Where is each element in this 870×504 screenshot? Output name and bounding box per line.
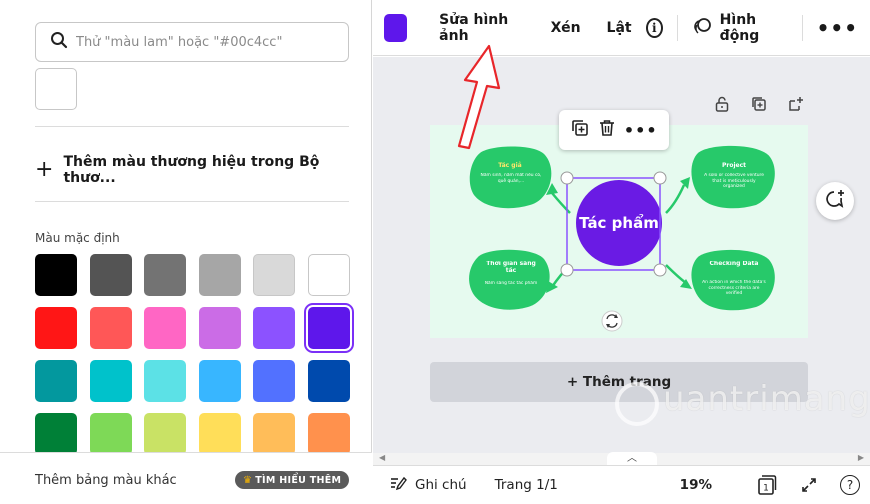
color-swatch[interactable] (35, 254, 77, 296)
animate-icon (692, 16, 712, 40)
resize-handle[interactable] (653, 263, 667, 277)
rotate-handle[interactable] (601, 310, 623, 332)
watermark-logo (615, 382, 659, 426)
bubble-body: Năm sinh, năm mất nếu có, quê quán,... (480, 173, 542, 184)
bubble-title: Tác giả (498, 162, 521, 169)
color-swatch[interactable] (307, 254, 350, 296)
color-swatch[interactable] (253, 413, 295, 455)
page-tools (713, 95, 805, 117)
scroll-right-icon[interactable]: ▶ (858, 453, 864, 462)
color-swatch[interactable] (307, 413, 350, 455)
resize-handle[interactable] (653, 171, 667, 185)
toolbar-divider (676, 14, 678, 41)
bubble-title: Thời gian sáng tác (486, 261, 536, 274)
bubble-body: Năm sáng tác tác phẩm (484, 281, 538, 286)
document-color-swatch[interactable] (35, 68, 77, 110)
pages-icon: 1 (758, 475, 777, 495)
bubble-bottom-left[interactable] (469, 249, 550, 310)
lock-icon[interactable] (713, 95, 731, 117)
element-float-toolbar: ••• (559, 110, 669, 150)
divider (35, 126, 349, 127)
bubble-body: A solo or collective venture that is met… (704, 173, 764, 190)
editor-bottom-bar: Ghi chú Trang 1/1 19% 1 ? (373, 465, 870, 504)
color-swatch[interactable] (89, 360, 132, 402)
default-colors-heading: Màu mặc định (35, 231, 120, 245)
animate-button[interactable]: Hình động (692, 12, 782, 44)
color-swatch[interactable] (198, 307, 241, 349)
text-color-button[interactable] (384, 13, 408, 42)
color-swatch[interactable] (253, 360, 295, 402)
divider (35, 201, 349, 202)
info-icon[interactable]: i (645, 17, 663, 38)
color-swatch[interactable] (253, 254, 295, 296)
color-swatch[interactable] (303, 303, 354, 353)
color-panel: + Thêm màu thương hiệu trong Bộ thươ... … (0, 0, 372, 504)
color-swatch[interactable] (35, 413, 77, 455)
resize-handle[interactable] (560, 171, 574, 185)
zoom-level[interactable]: 19% (680, 477, 712, 493)
design-page[interactable]: Tác phẩm Tác giả Năm sinh, năm mất nếu c… (430, 125, 808, 338)
more-palettes-label: Thêm bảng màu khác (35, 473, 177, 488)
canvas-area: Tác phẩm Tác giả Năm sinh, năm mất nếu c… (373, 57, 870, 453)
crop-button[interactable]: Xén (551, 20, 581, 36)
page-count-button[interactable]: 1 (756, 474, 778, 496)
default-color-grid (35, 254, 354, 455)
annotation-arrow (457, 44, 501, 150)
color-swatch[interactable] (198, 360, 241, 402)
scroll-left-icon[interactable]: ◀ (379, 453, 385, 462)
bubble-title: Project (722, 162, 746, 169)
toolbar-divider (801, 14, 803, 41)
learn-more-button[interactable]: ♛ TÌM HIỂU THÊM (235, 471, 350, 489)
notes-button[interactable]: Ghi chú (389, 474, 467, 496)
color-swatch[interactable] (198, 413, 241, 455)
notes-label: Ghi chú (415, 477, 467, 493)
flip-button[interactable]: Lật (607, 20, 632, 36)
trash-icon[interactable] (597, 118, 617, 142)
page-count-number: 1 (763, 484, 769, 494)
center-label: Tác phẩm (579, 213, 659, 232)
color-swatch[interactable] (35, 307, 77, 349)
add-comment-button[interactable] (816, 182, 854, 220)
left-panel-footer: Thêm bảng màu khác ♛ TÌM HIỂU THÊM (0, 452, 372, 504)
search-icon (50, 31, 68, 53)
chevron-up-icon: ︿ (627, 453, 637, 464)
add-brand-colors-label: Thêm màu thương hiệu trong Bộ thươ... (63, 154, 320, 186)
color-search-box[interactable] (35, 22, 349, 62)
color-swatch[interactable] (89, 254, 132, 296)
comment-plus-icon (824, 188, 846, 214)
animate-label: Hình động (719, 11, 760, 44)
add-page-icon[interactable] (787, 95, 805, 117)
color-swatch[interactable] (35, 360, 77, 402)
help-icon[interactable]: ? (840, 475, 860, 495)
color-search-input[interactable] (76, 34, 326, 50)
color-swatch[interactable] (253, 307, 295, 349)
color-swatch[interactable] (144, 413, 186, 455)
resize-handle[interactable] (560, 263, 574, 277)
more-element-options-icon[interactable]: ••• (624, 121, 658, 140)
fullscreen-icon[interactable] (800, 476, 818, 494)
duplicate-element-icon[interactable] (570, 118, 590, 142)
color-swatch[interactable] (89, 307, 132, 349)
duplicate-page-icon[interactable] (750, 95, 768, 117)
notes-icon (389, 474, 407, 496)
learn-more-label: TÌM HIỂU THÊM (255, 474, 342, 486)
bubble-title: Checking Data (709, 261, 759, 267)
color-swatch[interactable] (198, 254, 241, 296)
color-swatch[interactable] (144, 360, 186, 402)
page-indicator[interactable]: Trang 1/1 (495, 477, 558, 493)
color-swatch[interactable] (307, 360, 350, 402)
crown-icon: ♛ (243, 474, 253, 486)
color-swatch[interactable] (144, 254, 186, 296)
editor-toolbar: Sửa hình ảnh Xén Lật i Hình động ••• (373, 0, 870, 56)
mindmap-graphic: Tác phẩm Tác giả Năm sinh, năm mất nếu c… (469, 145, 775, 332)
edit-image-button[interactable]: Sửa hình ảnh (439, 12, 524, 44)
color-swatch[interactable] (89, 413, 132, 455)
add-brand-colors-button[interactable]: + Thêm màu thương hiệu trong Bộ thươ... (35, 154, 371, 186)
bubble-body: An action in which the data's correctnes… (702, 280, 766, 297)
more-options-icon[interactable]: ••• (817, 16, 858, 40)
plus-icon: + (35, 157, 54, 182)
color-swatch[interactable] (144, 307, 186, 349)
expand-pages-tab[interactable]: ︿ (607, 452, 657, 466)
